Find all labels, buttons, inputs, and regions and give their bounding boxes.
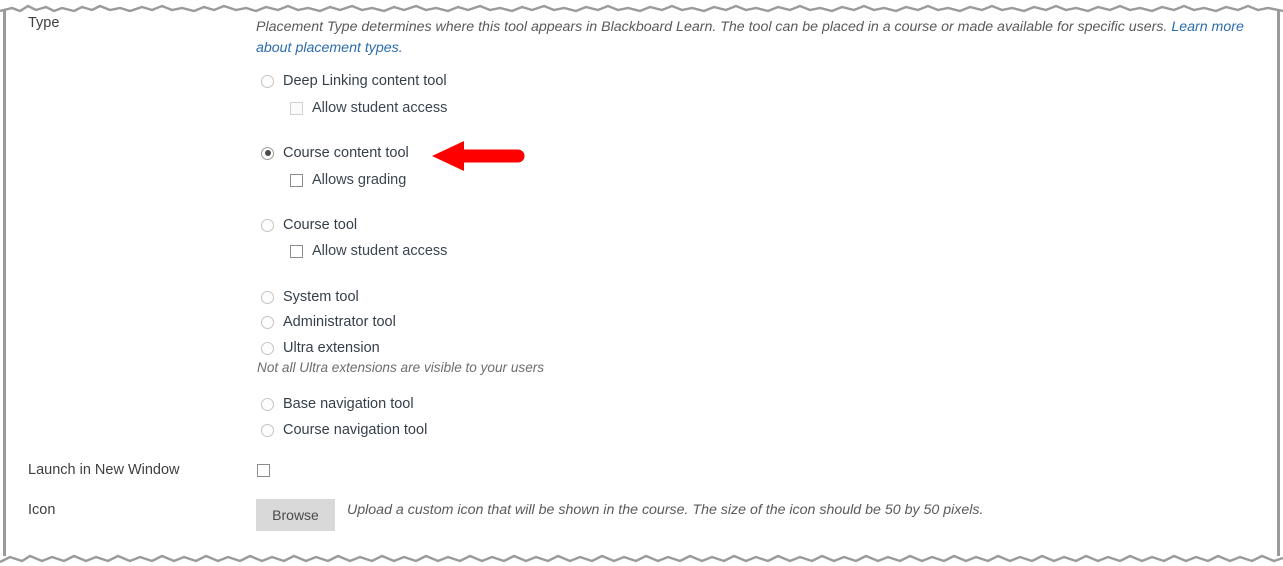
description-text: Placement Type determines where this too… [256,19,1172,35]
radio-ultra-extension[interactable] [261,341,274,355]
checkbox-launch-in-new-window[interactable] [257,464,270,477]
radio-option-deep-linking-content-tool[interactable]: Deep Linking content tool [261,72,447,90]
ultra-extension-note: Not all Ultra extensions are visible to … [257,360,545,375]
checkbox-label-allows-grading: Allows grading [312,172,407,188]
right-border [1277,10,1280,556]
screenshot-root: Type Placement Type determines where thi… [0,0,1283,566]
radio-system-tool[interactable] [261,290,274,304]
radio-course-content-tool[interactable] [261,146,274,160]
radio-option-course-content-tool[interactable]: Course content tool [261,144,409,162]
browse-button[interactable]: Browse [256,499,335,531]
checkbox-allow-student-access-course-tool[interactable] [290,244,303,258]
checkbox-option-allow-student-access-deep-linking[interactable]: Allow student access [290,99,447,117]
radio-label-course-tool: Course tool [283,217,358,233]
radio-label-base-navigation-tool: Base navigation tool [283,396,414,412]
left-border [3,10,6,556]
radio-course-navigation-tool[interactable] [261,423,274,437]
radio-deep-linking-content-tool[interactable] [261,74,274,88]
radio-course-tool[interactable] [261,218,274,232]
icon-label: Icon [28,502,56,518]
radio-administrator-tool[interactable] [261,315,274,329]
radio-label-deep-linking-content-tool: Deep Linking content tool [283,73,447,89]
checkbox-option-allows-grading[interactable]: Allows grading [290,171,406,189]
checkbox-allow-student-access-deep-linking[interactable] [290,101,303,115]
placement-type-description: Placement Type determines where this too… [256,17,1251,59]
radio-label-ultra-extension: Ultra extension [283,340,380,356]
radio-label-administrator-tool: Administrator tool [283,314,396,330]
checkbox-label-allow-student-access-deep-linking: Allow student access [312,100,448,116]
checkbox-label-allow-student-access-course-tool: Allow student access [312,243,448,259]
type-label: Type [28,15,60,31]
radio-label-course-navigation-tool: Course navigation tool [283,422,428,438]
checkbox-allows-grading[interactable] [290,173,303,187]
checkbox-option-allow-student-access-course-tool[interactable]: Allow student access [290,242,447,260]
placement-type-form: Type Placement Type determines where thi… [0,0,1283,566]
radio-option-base-navigation-tool[interactable]: Base navigation tool [261,395,414,413]
radio-option-ultra-extension[interactable]: Ultra extension [261,339,380,357]
radio-label-system-tool: System tool [283,289,359,305]
radio-label-course-content-tool: Course content tool [283,145,409,161]
radio-option-course-navigation-tool[interactable]: Course navigation tool [261,421,427,439]
radio-option-course-tool[interactable]: Course tool [261,216,357,234]
radio-option-administrator-tool[interactable]: Administrator tool [261,313,396,331]
launch-in-new-window-label: Launch in New Window [28,462,180,478]
icon-help-text: Upload a custom icon that will be shown … [347,502,984,518]
radio-base-navigation-tool[interactable] [261,397,274,411]
radio-option-system-tool[interactable]: System tool [261,288,359,306]
